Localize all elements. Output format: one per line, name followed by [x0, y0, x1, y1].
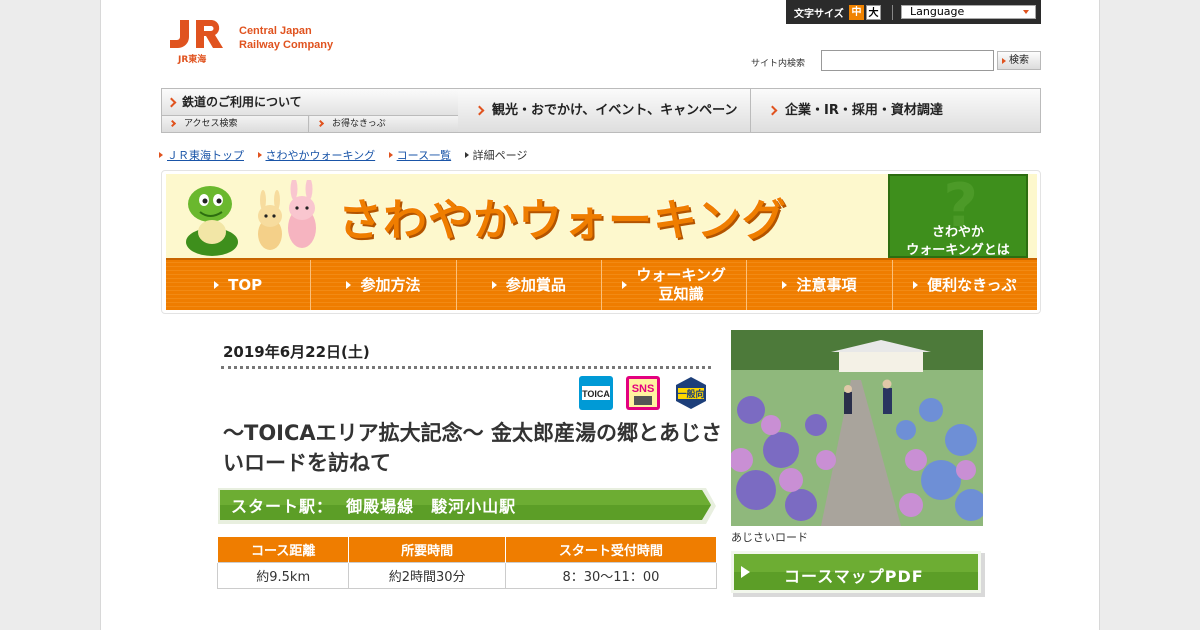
breadcrumb-link-course-list[interactable]: コース一覧 [397, 149, 451, 162]
nav-discount-tickets-label: お得なきっぷ [332, 119, 386, 129]
breadcrumb-current: 詳細ページ [464, 147, 538, 163]
toica-icon-text: TOICA [582, 389, 610, 399]
event-title: ～TOICAエリア拡大記念～ 金太郎産湯の郷とあじさいロードを訪ねて [223, 421, 722, 475]
divider [892, 5, 893, 20]
walking-nav-top-label: TOP [228, 275, 263, 294]
hydrangea-road-photo [731, 330, 983, 526]
duration-value: 約2時間30分 [348, 562, 506, 589]
chevron-right-icon [767, 105, 778, 116]
language-select[interactable]: Language [901, 5, 1036, 19]
breadcrumb-item[interactable]: コース一覧 [388, 147, 451, 163]
triangle-right-icon [214, 281, 220, 289]
course-info-table: コース距離 所要時間 スタート受付時間 約9.5km 約2時間30分 8：30～… [216, 536, 718, 589]
walking-nav-prizes[interactable]: 参加賞品 [456, 260, 602, 310]
walking-nav: TOP 参加方法 参加賞品 ウォーキング 豆知識 注意事項 便利なきっぷ [166, 258, 1037, 310]
triangle-right-icon [346, 281, 352, 289]
font-size-large-button[interactable]: 大 [866, 5, 881, 20]
font-size-medium-button[interactable]: 中 [849, 5, 864, 20]
header-course-distance: コース距離 [216, 536, 350, 563]
chevron-right-icon [474, 105, 485, 116]
nav-railway-usage[interactable]: 鉄道のご利用について [162, 89, 458, 116]
search-button[interactable]: 検索 [997, 51, 1041, 70]
table-row: 約9.5km 約2時間30分 8：30～11：00 [216, 562, 718, 589]
page: 文字サイズ 中 大 Language JR東海 Central Japan Ra… [100, 0, 1100, 630]
walking-nav-notes[interactable]: 注意事項 [747, 260, 893, 310]
nav-corporate-label: 企業・IR・採用・資材調達 [785, 103, 943, 118]
breadcrumb-item[interactable]: さわやかウォーキング [257, 147, 376, 163]
photo-caption: あじさいロード [731, 531, 808, 544]
triangle-right-icon [159, 152, 163, 158]
course-map-pdf-button[interactable]: コースマップPDF [731, 551, 985, 597]
global-nav: 鉄道のご利用について アクセス検索 お得なきっぷ 観光・おでかけ、イベント、キャ… [161, 88, 1041, 133]
language-select-value: Language [910, 5, 965, 18]
utility-bar: 文字サイズ 中 大 Language [786, 0, 1041, 24]
triangle-right-icon [913, 281, 919, 289]
walking-nav-top[interactable]: TOP [166, 260, 312, 310]
nav-discount-tickets[interactable]: お得なきっぷ [310, 116, 458, 132]
nav-access-search-label: アクセス検索 [184, 119, 238, 129]
toica-icon: TOICA [579, 376, 613, 410]
table-header-row: コース距離 所要時間 スタート受付時間 [216, 536, 718, 563]
course-map-pdf-label: コースマップPDF [784, 567, 924, 586]
walking-nav-trivia-label: ウォーキング 豆知識 [636, 266, 726, 303]
about-walking-button[interactable]: ? さわやか ウォーキングとは [888, 174, 1028, 270]
nav-sightseeing-label: 観光・おでかけ、イベント、キャンペーン [492, 103, 738, 118]
breadcrumb-current-label: 詳細ページ [472, 149, 528, 162]
chevron-right-icon [316, 119, 325, 128]
walking-nav-tickets-label: 便利なきっぷ [927, 275, 1017, 294]
banner-header: さわやかウォーキング ? さわやか ウォーキングとは [166, 174, 1037, 270]
walking-nav-how-to-join[interactable]: 参加方法 [311, 260, 457, 310]
event-date: 2019年6月22日(土) [223, 343, 370, 361]
start-reception-value: 8：30～11：00 [504, 562, 718, 589]
breadcrumb-link-walking[interactable]: さわやかウォーキング [266, 149, 376, 162]
general-audience-icon-text: 一般向 [677, 388, 704, 400]
chevron-right-icon [168, 119, 177, 128]
triangle-right-icon [782, 281, 788, 289]
nav-rail-group: 鉄道のご利用について アクセス検索 お得なきっぷ [162, 89, 458, 132]
walking-banner: さわやかウォーキング ? さわやか ウォーキングとは TOP 参加方法 参加賞品… [161, 170, 1041, 314]
banner-title: さわやかウォーキング [338, 195, 787, 246]
course-distance-value: 約9.5km [216, 562, 350, 589]
sns-icon-text: SNS [632, 383, 655, 395]
general-audience-icon: 一般向 [676, 377, 706, 409]
triangle-right-icon [388, 152, 393, 158]
walking-nav-trivia[interactable]: ウォーキング 豆知識 [601, 260, 748, 310]
triangle-right-icon [491, 281, 497, 289]
logo-company-name: Central Japan Railway Company [239, 25, 334, 51]
walking-nav-prizes-label: 参加賞品 [505, 275, 566, 294]
font-size-label: 文字サイズ [794, 9, 844, 20]
breadcrumb-link-jr-top[interactable]: ＪＲ東海トップ [167, 149, 244, 162]
header-duration: 所要時間 [348, 536, 506, 563]
site-search-label: サイト内検索 [751, 59, 806, 69]
chevron-right-icon [166, 97, 177, 108]
walking-nav-how-to-join-label: 参加方法 [360, 275, 421, 294]
chevron-down-icon [1023, 10, 1029, 14]
about-walking-label: さわやか ウォーキングとは [906, 225, 1010, 258]
nav-railway-usage-label: 鉄道のご利用について [182, 95, 302, 109]
breadcrumb: ＪＲ東海トップ さわやかウォーキング コース一覧 詳細ページ [159, 147, 547, 163]
divider [221, 366, 711, 369]
sns-icon: SNS [626, 376, 660, 410]
start-station-text: スタート駅： 御殿場線 駿河小山駅 [231, 497, 517, 516]
nav-corporate[interactable]: 企業・IR・採用・資材調達 [752, 89, 1040, 132]
start-station-banner: スタート駅： 御殿場線 駿河小山駅 [218, 488, 716, 524]
logo-jr-tokai-text: JR東海 [178, 55, 207, 65]
walking-nav-notes-label: 注意事項 [796, 275, 857, 294]
search-input[interactable] [821, 50, 994, 71]
nav-access-search[interactable]: アクセス検索 [162, 116, 309, 132]
nav-sightseeing[interactable]: 観光・おでかけ、イベント、キャンペーン [459, 89, 751, 132]
walking-nav-tickets[interactable]: 便利なきっぷ [892, 260, 1037, 310]
jr-central-logo[interactable]: JR東海 Central Japan Railway Company [166, 18, 366, 65]
header-start-reception: スタート受付時間 [504, 536, 718, 563]
mascot-characters-icon [186, 180, 316, 256]
breadcrumb-item[interactable]: ＪＲ東海トップ [159, 147, 244, 163]
jr-logo-icon [170, 20, 223, 48]
triangle-right-icon [464, 152, 469, 158]
triangle-right-icon [622, 281, 628, 289]
triangle-right-icon [257, 152, 262, 158]
